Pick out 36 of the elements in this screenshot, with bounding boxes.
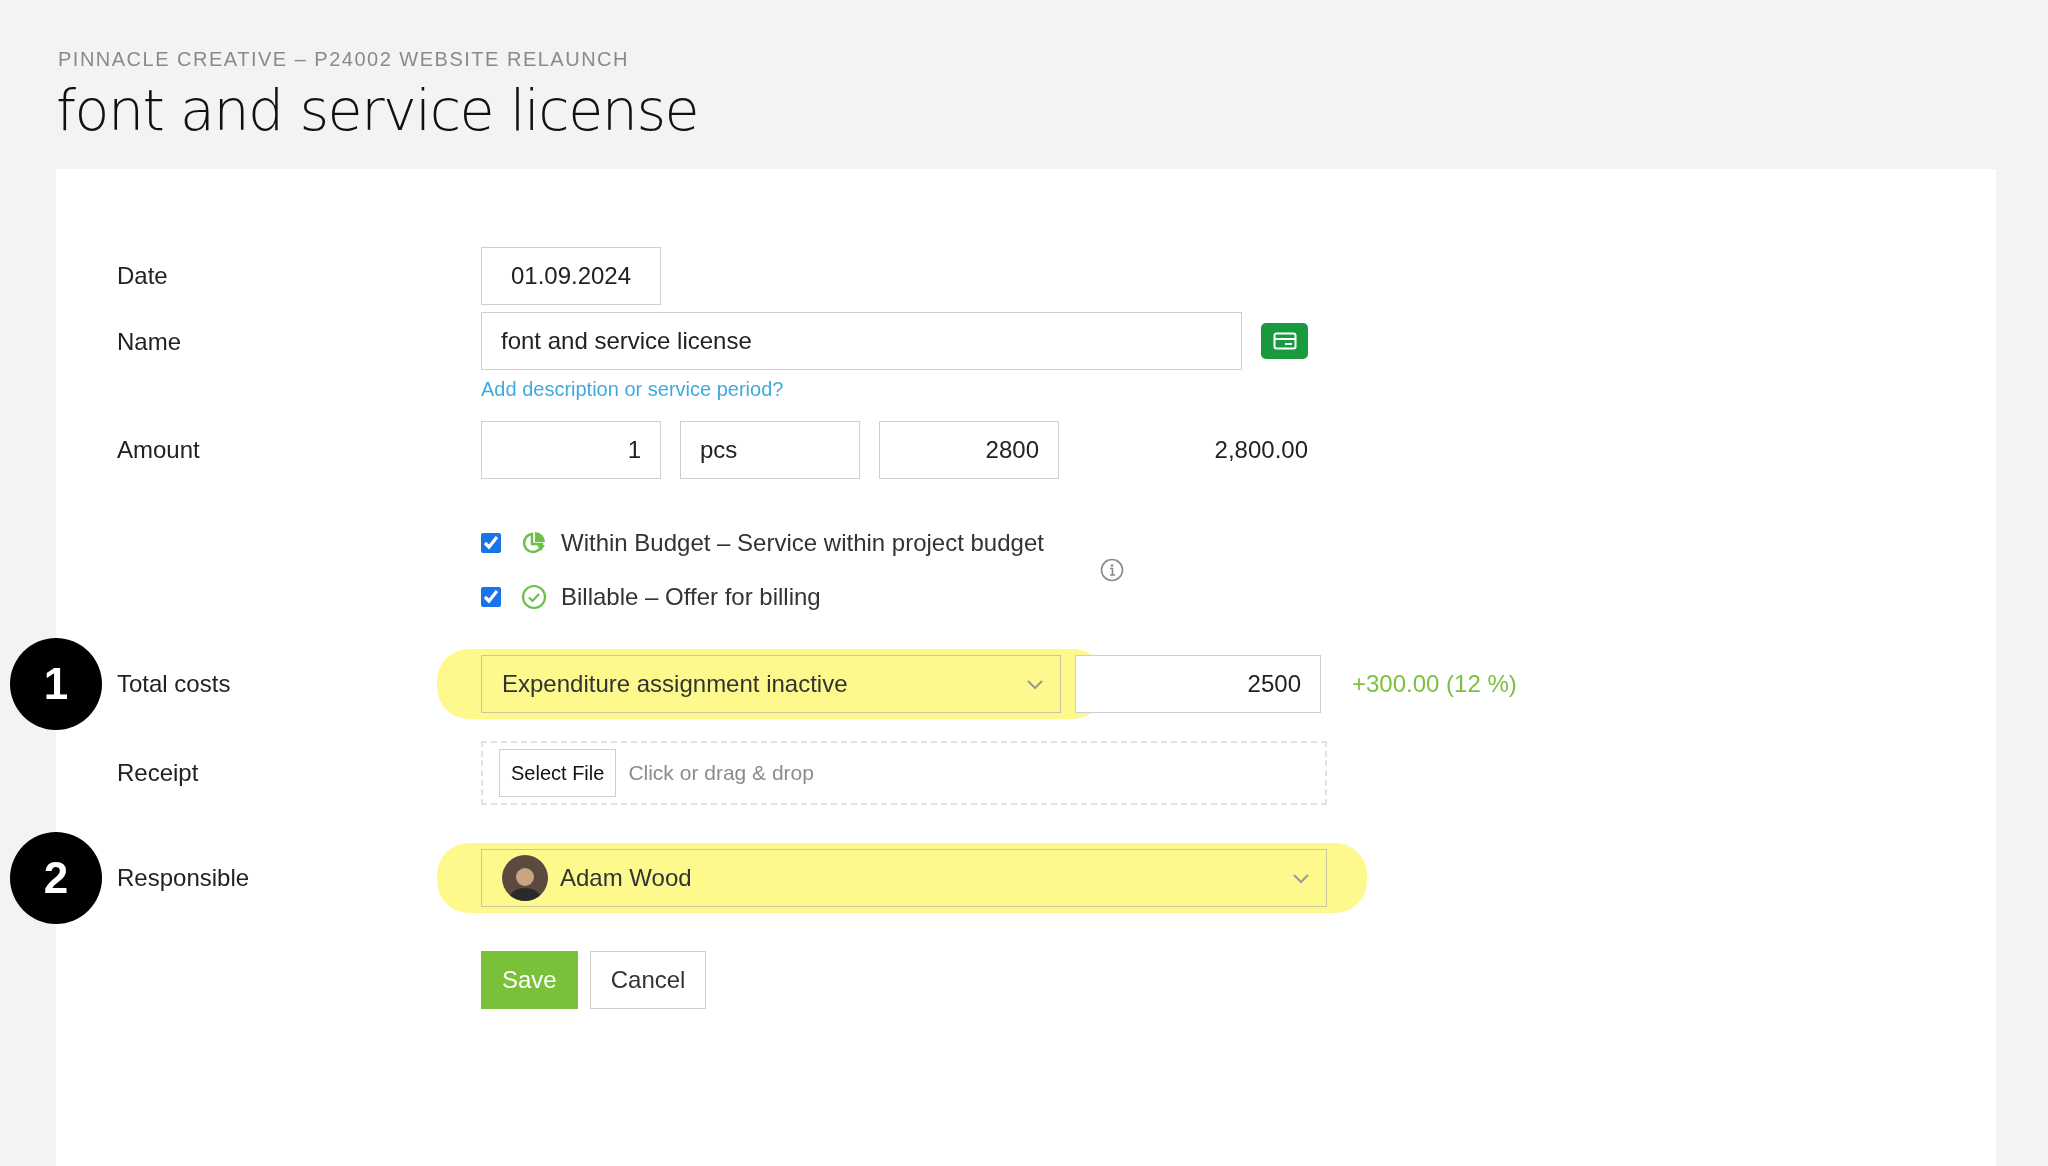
select-file-button[interactable]: Select File bbox=[499, 749, 617, 797]
pie-chart-icon bbox=[521, 530, 547, 556]
chevron-icon bbox=[1292, 872, 1310, 884]
cost-difference: +300.00 (12 %) bbox=[1352, 670, 1517, 698]
field-label: Date bbox=[117, 262, 168, 290]
amount-total: 2,800.00 bbox=[1213, 436, 1308, 464]
card-icon-button[interactable] bbox=[1261, 323, 1308, 359]
field-label: Receipt bbox=[117, 759, 199, 787]
unit-field[interactable]: pcs bbox=[680, 421, 860, 479]
dropzone-hint: Click or drag & drop bbox=[628, 761, 814, 785]
option-label: Billable – Offer for billing bbox=[561, 583, 821, 611]
checkbox[interactable] bbox=[481, 533, 501, 553]
step-number-badge: 1 bbox=[10, 638, 102, 730]
field-label: Responsible bbox=[117, 864, 250, 892]
step-number-badge: 2 bbox=[10, 832, 102, 924]
breadcrumb: PINNACLE CREATIVE – P24002 WEBSITE RELAUNCH bbox=[58, 48, 629, 71]
option-label: Within Budget – Service within project budget bbox=[561, 529, 1044, 557]
file-dropzone[interactable]: Select File Click or drag & drop bbox=[481, 741, 1327, 805]
name-field[interactable]: font and service license bbox=[481, 312, 1242, 370]
quantity-field[interactable]: 1 bbox=[481, 421, 661, 479]
chevron-icon bbox=[1026, 678, 1044, 690]
check-circle-icon bbox=[521, 584, 547, 610]
checkbox[interactable] bbox=[481, 587, 501, 607]
field-label: Name bbox=[117, 328, 182, 356]
date-field[interactable]: 01.09.2024 bbox=[481, 247, 661, 305]
field-label: Total costs bbox=[117, 670, 231, 698]
cancel-button[interactable]: Cancel bbox=[589, 951, 707, 1009]
field-label: Amount bbox=[117, 436, 200, 464]
credit-card-icon bbox=[1272, 332, 1297, 350]
assignment-dropdown[interactable]: Expenditure assignment inactive bbox=[481, 655, 1061, 713]
responsible-dropdown[interactable]: Adam Wood bbox=[481, 849, 1327, 907]
price-field[interactable]: 2800 bbox=[879, 421, 1059, 479]
page-title: font and service license bbox=[56, 77, 699, 143]
total-costs-field[interactable]: 2500 bbox=[1075, 655, 1321, 713]
info-icon[interactable] bbox=[1099, 558, 1124, 582]
avatar-silhouette bbox=[502, 855, 548, 901]
